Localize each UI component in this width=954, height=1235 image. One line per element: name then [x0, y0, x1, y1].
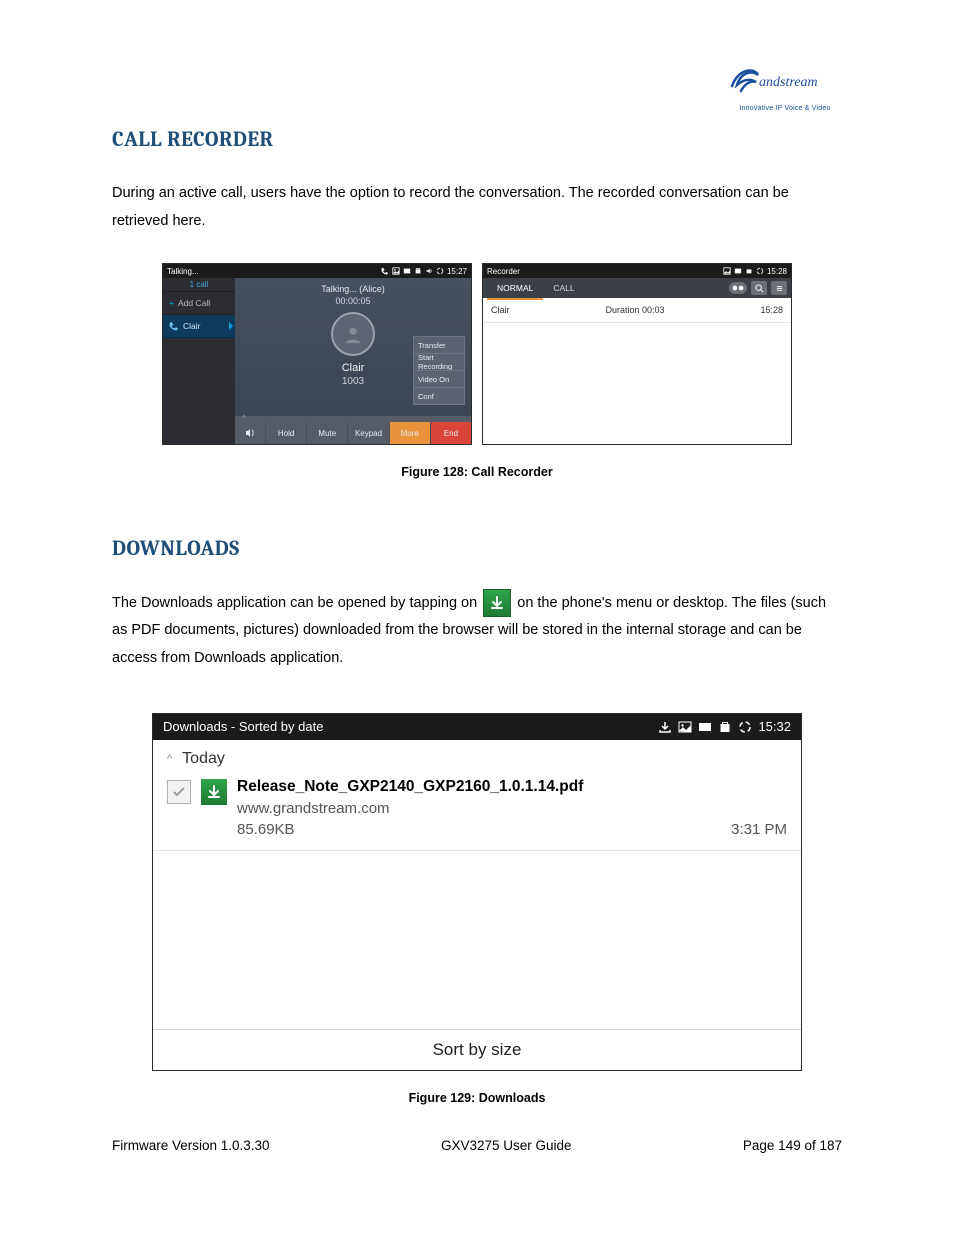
- download-arrow-icon: [483, 589, 511, 617]
- grandstream-logo-icon: andstream: [728, 58, 842, 102]
- shop-icon: [414, 267, 422, 275]
- download-file-size: 85.69KB: [237, 821, 295, 838]
- downloads-status-time: 15:32: [758, 719, 791, 734]
- recording-row[interactable]: Clair Duration 00:03 15:28: [483, 298, 791, 323]
- download-file-name: Release_Note_GXP2140_GXP2160_1.0.1.14.pd…: [237, 778, 787, 796]
- loading-icon: [756, 267, 764, 275]
- tab-normal[interactable]: NORMAL: [487, 278, 543, 300]
- download-file-time: 3:31 PM: [731, 821, 787, 838]
- sidebar-contact-label: Clair: [183, 321, 200, 331]
- call-bottom-bar: ^ Hold Mute Keypad More End: [235, 422, 471, 444]
- search-button[interactable]: [751, 281, 767, 295]
- brand-tagline: Innovative IP Voice & Video: [728, 105, 842, 112]
- avatar: [331, 312, 375, 356]
- chevron-up-icon: ^: [167, 753, 172, 765]
- volume-icon: [425, 267, 433, 275]
- phone-icon: [169, 321, 179, 331]
- figure-downloads: Downloads - Sorted by date 15:32 ^ Today: [152, 713, 802, 1071]
- sidebar-call-count: 1 call: [163, 278, 235, 292]
- download-file-source: www.grandstream.com: [237, 800, 787, 817]
- status-right: 15:28: [723, 267, 787, 276]
- rec-name: Clair: [491, 305, 510, 315]
- downloads-text-a: The Downloads application can be opened …: [112, 595, 481, 611]
- footer-firmware: Firmware Version 1.0.3.30: [112, 1138, 270, 1153]
- chevron-up-icon[interactable]: ^: [239, 416, 249, 422]
- call-main: Talking... (Alice) 00:00:05 Clair 1003 T…: [235, 278, 471, 444]
- download-tray-icon: [658, 720, 672, 734]
- more-button[interactable]: More: [390, 422, 431, 444]
- figure-call-recorder: Talking... 15:27 1 call + Add: [112, 263, 842, 445]
- today-label: Today: [182, 750, 225, 768]
- download-arrow-icon: [201, 779, 227, 805]
- sidebar-add-call[interactable]: + Add Call: [163, 292, 235, 315]
- call-recorder-paragraph: During an active call, users have the op…: [112, 180, 842, 235]
- popup-start-rec[interactable]: Start Recording: [413, 353, 465, 370]
- popup-video-on[interactable]: Video On: [413, 370, 465, 387]
- popup-conf[interactable]: Conf: [413, 387, 465, 405]
- sort-by-size-button[interactable]: Sort by size: [153, 1029, 801, 1070]
- heading-downloads: DOWNLOADS: [112, 537, 842, 561]
- figure-128-caption: Figure 128: Call Recorder: [112, 465, 842, 479]
- today-row[interactable]: ^ Today: [153, 740, 801, 778]
- recorder-tabs: NORMAL CALL: [483, 278, 791, 298]
- talking-line: Talking... (Alice): [235, 278, 471, 294]
- keypad-button[interactable]: Keypad: [348, 422, 389, 444]
- hold-button[interactable]: Hold: [266, 422, 307, 444]
- footer-page: Page 149 of 187: [743, 1138, 842, 1153]
- status-time: 15:27: [447, 267, 467, 276]
- loading-icon: [738, 720, 752, 734]
- phone-call-screen: Talking... 15:27 1 call + Add: [162, 263, 472, 445]
- status-time: 15:28: [767, 267, 787, 276]
- status-bar: Recorder 15:28: [483, 264, 791, 278]
- loading-icon: [436, 267, 444, 275]
- mute-button[interactable]: Mute: [307, 422, 348, 444]
- more-popup: Transfer Start Recording Video On Conf: [413, 336, 465, 405]
- record-pill-button[interactable]: [729, 282, 747, 294]
- image-icon: [392, 267, 400, 275]
- downloads-paragraph: The Downloads application can be opened …: [112, 589, 842, 672]
- checkbox[interactable]: [167, 780, 191, 804]
- tab-call[interactable]: CALL: [543, 278, 584, 298]
- phone-icon: [381, 267, 389, 275]
- status-right: 15:27: [381, 267, 467, 276]
- image-icon: [723, 267, 731, 275]
- sidebar-contact-active[interactable]: Clair: [163, 315, 235, 338]
- status-bar: Talking... 15:27: [163, 264, 471, 278]
- call-sidebar: 1 call + Add Call Clair: [163, 278, 235, 444]
- ftp-icon: [698, 720, 712, 734]
- rec-duration: Duration 00:03: [605, 305, 664, 315]
- status-title: Talking...: [167, 267, 199, 276]
- heading-call-recorder: CALL RECORDER: [112, 128, 842, 152]
- menu-button[interactable]: [771, 281, 787, 295]
- brand-logo: andstream Innovative IP Voice & Video: [728, 58, 842, 112]
- status-title: Recorder: [487, 267, 520, 276]
- call-duration: 00:00:05: [235, 296, 471, 306]
- image-icon: [678, 720, 692, 734]
- popup-transfer[interactable]: Transfer: [413, 336, 465, 353]
- page-footer: Firmware Version 1.0.3.30 GXV3275 User G…: [112, 1138, 842, 1153]
- sidebar-add-call-label: Add Call: [178, 298, 210, 308]
- svg-text:andstream: andstream: [759, 75, 818, 90]
- ftp-icon: [403, 267, 411, 275]
- footer-guide: GXV3275 User Guide: [441, 1138, 572, 1153]
- phone-recorder-screen: Recorder 15:28 NORMAL CALL: [482, 263, 792, 445]
- shop-icon: [745, 267, 753, 275]
- shop-icon: [718, 720, 732, 734]
- downloads-status-title: Downloads - Sorted by date: [163, 719, 323, 734]
- downloads-status-bar: Downloads - Sorted by date 15:32: [153, 714, 801, 740]
- plus-icon: +: [169, 298, 174, 308]
- ftp-icon: [734, 267, 742, 275]
- download-item[interactable]: Release_Note_GXP2140_GXP2160_1.0.1.14.pd…: [153, 778, 801, 851]
- end-button[interactable]: End: [431, 422, 471, 444]
- rec-time: 15:28: [760, 305, 783, 315]
- speaker-button[interactable]: [235, 422, 266, 444]
- figure-129-caption: Figure 129: Downloads: [112, 1091, 842, 1105]
- document-page: andstream Innovative IP Voice & Video CA…: [0, 0, 954, 1235]
